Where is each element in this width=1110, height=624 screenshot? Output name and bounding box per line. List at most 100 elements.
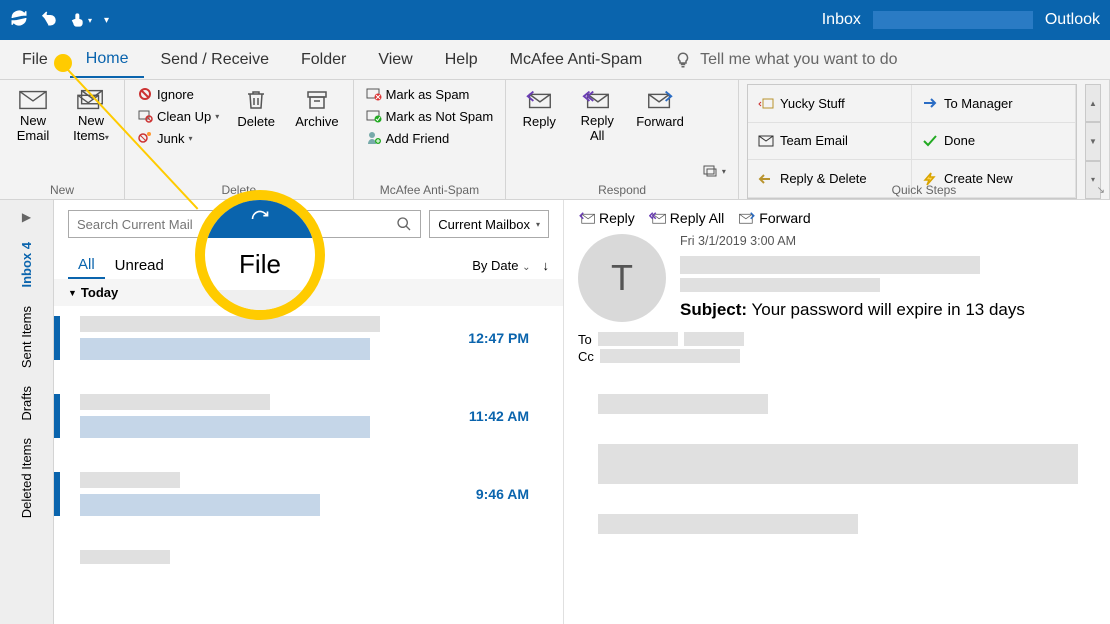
nav-inbox[interactable]: Inbox 4 [19,242,34,288]
refresh-icon[interactable] [10,9,28,32]
reply-small-icon [578,211,596,225]
delete-button[interactable]: Delete [231,84,281,199]
qs-yucky[interactable]: Yucky Stuff [748,85,912,123]
ribbon: New Email New Items▾ New Ignore Clean Up… [0,80,1110,200]
cleanup-button[interactable]: Clean Up▾ [133,106,223,126]
folder-nav-rail: ▶ Inbox 4 Sent Items Drafts Deleted Item… [0,200,54,624]
title-app-label: Outlook [1045,11,1100,29]
archive-button[interactable]: Archive [289,84,344,199]
not-spam-icon [366,108,382,124]
menu-folder[interactable]: Folder [285,43,362,77]
sender-avatar: T [578,234,666,322]
ribbon-mcafee-group-label: McAfee Anti-Spam [354,183,506,197]
msg-subject-redacted [80,416,370,438]
delete-label: Delete [237,114,275,129]
more-respond-button[interactable]: ▾ [698,161,730,181]
qs-done[interactable]: Done [912,123,1076,161]
search-icon[interactable] [396,216,412,232]
ribbon-group-quicksteps: Yucky Stuff To Manager Team Email Done R… [739,80,1110,199]
junk-button[interactable]: Junk▾ [133,128,223,148]
sort-direction-icon[interactable]: ↓ [543,258,550,273]
archive-label: Archive [295,114,338,129]
cc-redacted [600,349,740,363]
reply-button[interactable]: Reply [514,84,564,199]
filter-all[interactable]: All [68,252,105,279]
title-account-redacted [873,11,1033,29]
ribbon-group-new: New Email New Items▾ New [0,80,125,199]
body-redacted [598,514,858,534]
menu-mcafee[interactable]: McAfee Anti-Spam [494,43,659,77]
msg-subject-redacted [80,494,320,516]
ignore-icon [137,86,153,102]
reading-pane: Reply Reply All Forward T Fri 3/1/2019 3… [564,200,1110,624]
quicksteps-scrollbar[interactable]: ▲ ▼ ▾ [1085,84,1101,199]
sort-by-date[interactable]: By Date ⌄ [472,258,530,273]
reading-forward[interactable]: Forward [738,210,810,226]
forward-button[interactable]: Forward [630,84,690,199]
reply-all-button[interactable]: Reply All [572,84,622,199]
body-redacted [598,394,768,414]
envelope-small-icon [758,134,774,148]
ribbon-respond-group-label: Respond [506,183,738,197]
trash-icon [241,88,271,112]
msg-subject-redacted [80,338,370,360]
message-item[interactable]: 12:47 PM [54,306,563,370]
ribbon-group-delete: Ignore Clean Up▾ Junk▾ Delete Archive De… [125,80,354,199]
filter-unread[interactable]: Unread [105,253,174,278]
nav-deleted[interactable]: Deleted Items [19,438,34,518]
title-inbox-label: Inbox [822,11,861,29]
tell-me-search[interactable]: Tell me what you want to do [674,51,897,69]
expand-nav-icon[interactable]: ▶ [22,210,31,224]
mark-not-spam-button[interactable]: Mark as Not Spam [362,106,498,126]
menu-send-receive[interactable]: Send / Receive [144,43,285,77]
menu-view[interactable]: View [362,43,428,77]
qs-team-email[interactable]: Team Email [748,123,912,161]
email-subject: Subject: Your password will expire in 13… [680,300,1096,320]
touch-mode-icon[interactable]: ▾ [70,11,92,29]
new-items-label: New Items [73,113,105,143]
title-bar: ▾ ▾ Inbox Outlook [0,0,1110,40]
annotation-callout: File [195,190,325,320]
new-email-label: New Email [17,114,50,144]
msg-sender-redacted [80,316,380,332]
nav-drafts[interactable]: Drafts [19,386,34,421]
archive-icon [302,88,332,112]
menu-home[interactable]: Home [70,42,145,78]
qs-to-manager[interactable]: To Manager [912,85,1076,123]
new-items-button[interactable]: New Items▾ [66,84,116,199]
qs-scroll-down[interactable]: ▼ [1085,122,1101,160]
message-item[interactable] [54,540,563,574]
mark-spam-button[interactable]: Mark as Spam [362,84,498,104]
msg-time: 11:42 AM [469,408,529,424]
message-item[interactable]: 11:42 AM [54,384,563,448]
ribbon-qs-group-label: Quick Steps [739,183,1109,197]
message-item[interactable]: 9:46 AM [54,462,563,526]
nav-sent[interactable]: Sent Items [19,306,34,368]
add-friend-button[interactable]: Add Friend [362,128,498,148]
msg-sender-redacted [80,472,180,488]
refresh-icon [247,209,273,229]
reading-reply[interactable]: Reply [578,210,635,226]
ignore-button[interactable]: Ignore [133,84,223,104]
folder-move-icon [758,96,774,110]
msg-sender-redacted [80,394,270,410]
qat-customize-icon[interactable]: ▾ [104,15,109,26]
ribbon-group-respond: Reply Reply All Forward ▾ Respond [506,80,739,199]
qs-scroll-up[interactable]: ▲ [1085,84,1101,122]
menu-bar: File Home Send / Receive Folder View Hel… [0,40,1110,80]
qs-dialog-launcher-icon[interactable]: ↘ [1097,185,1105,196]
cleanup-icon [137,108,153,124]
menu-help[interactable]: Help [429,43,494,77]
reading-reply-all[interactable]: Reply All [649,210,724,226]
cc-label: Cc [578,349,594,364]
callout-text: File [205,238,315,290]
junk-icon [137,130,153,146]
new-email-button[interactable]: New Email [8,84,58,199]
body-redacted [598,444,1078,484]
lightbulb-icon [674,51,692,69]
scope-dropdown[interactable]: Current Mailbox▾ [429,210,549,238]
sender-name-redacted [680,256,980,274]
arrow-right-icon [922,96,938,110]
undo-icon[interactable] [40,9,58,32]
unread-bar [54,394,60,438]
